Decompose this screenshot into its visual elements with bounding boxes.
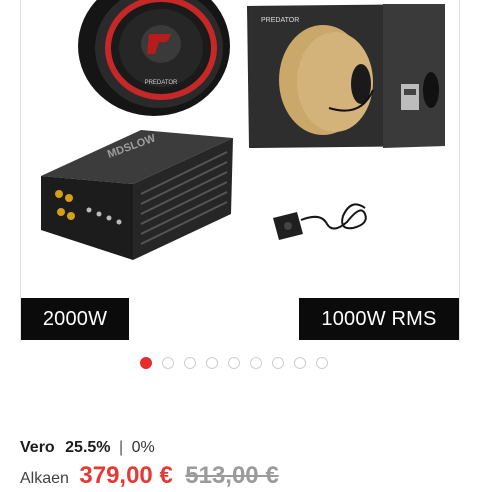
carousel-dot-9[interactable] xyxy=(316,357,328,369)
remote-control-image xyxy=(273,203,367,240)
amplifier-image: MDSLOW xyxy=(41,130,233,260)
product-image[interactable]: PREDATOR PREDATOR MDSLOW xyxy=(21,0,461,298)
power-badge: 2000W xyxy=(21,298,129,340)
carousel-dot-8[interactable] xyxy=(294,357,306,369)
price-info: Alkaen 379,00 € 513,00 € xyxy=(20,462,279,492)
carousel-dot-5[interactable] xyxy=(228,357,240,369)
current-price: 379,00 € xyxy=(79,462,173,489)
vat-label: Vero xyxy=(20,439,55,456)
carousel-dot-4[interactable] xyxy=(206,357,218,369)
product-card[interactable]: PREDATOR PREDATOR MDSLOW 2000W 1000W RMS xyxy=(20,0,460,342)
vat-value: 25.5% xyxy=(65,439,111,456)
carousel-indicators xyxy=(140,357,328,371)
vat-alt-value: 0% xyxy=(131,439,155,456)
carousel-dot-1[interactable] xyxy=(140,357,152,369)
carousel-dot-2[interactable] xyxy=(162,357,174,369)
rms-badge: 1000W RMS xyxy=(299,298,459,340)
subwoofer-box-image: PREDATOR xyxy=(247,4,445,148)
subwoofer-image: PREDATOR xyxy=(78,0,230,116)
carousel-dot-6[interactable] xyxy=(250,357,262,369)
price-from-label: Alkaen xyxy=(20,470,69,487)
vat-separator: | xyxy=(118,439,124,456)
subwoofer-logo-text: PREDATOR xyxy=(145,80,178,86)
box-logo-text: PREDATOR xyxy=(261,17,299,24)
original-price: 513,00 € xyxy=(185,462,279,489)
vat-info: Vero 25.5% | 0% xyxy=(20,439,155,457)
carousel-dot-3[interactable] xyxy=(184,357,196,369)
carousel-dot-7[interactable] xyxy=(272,357,284,369)
